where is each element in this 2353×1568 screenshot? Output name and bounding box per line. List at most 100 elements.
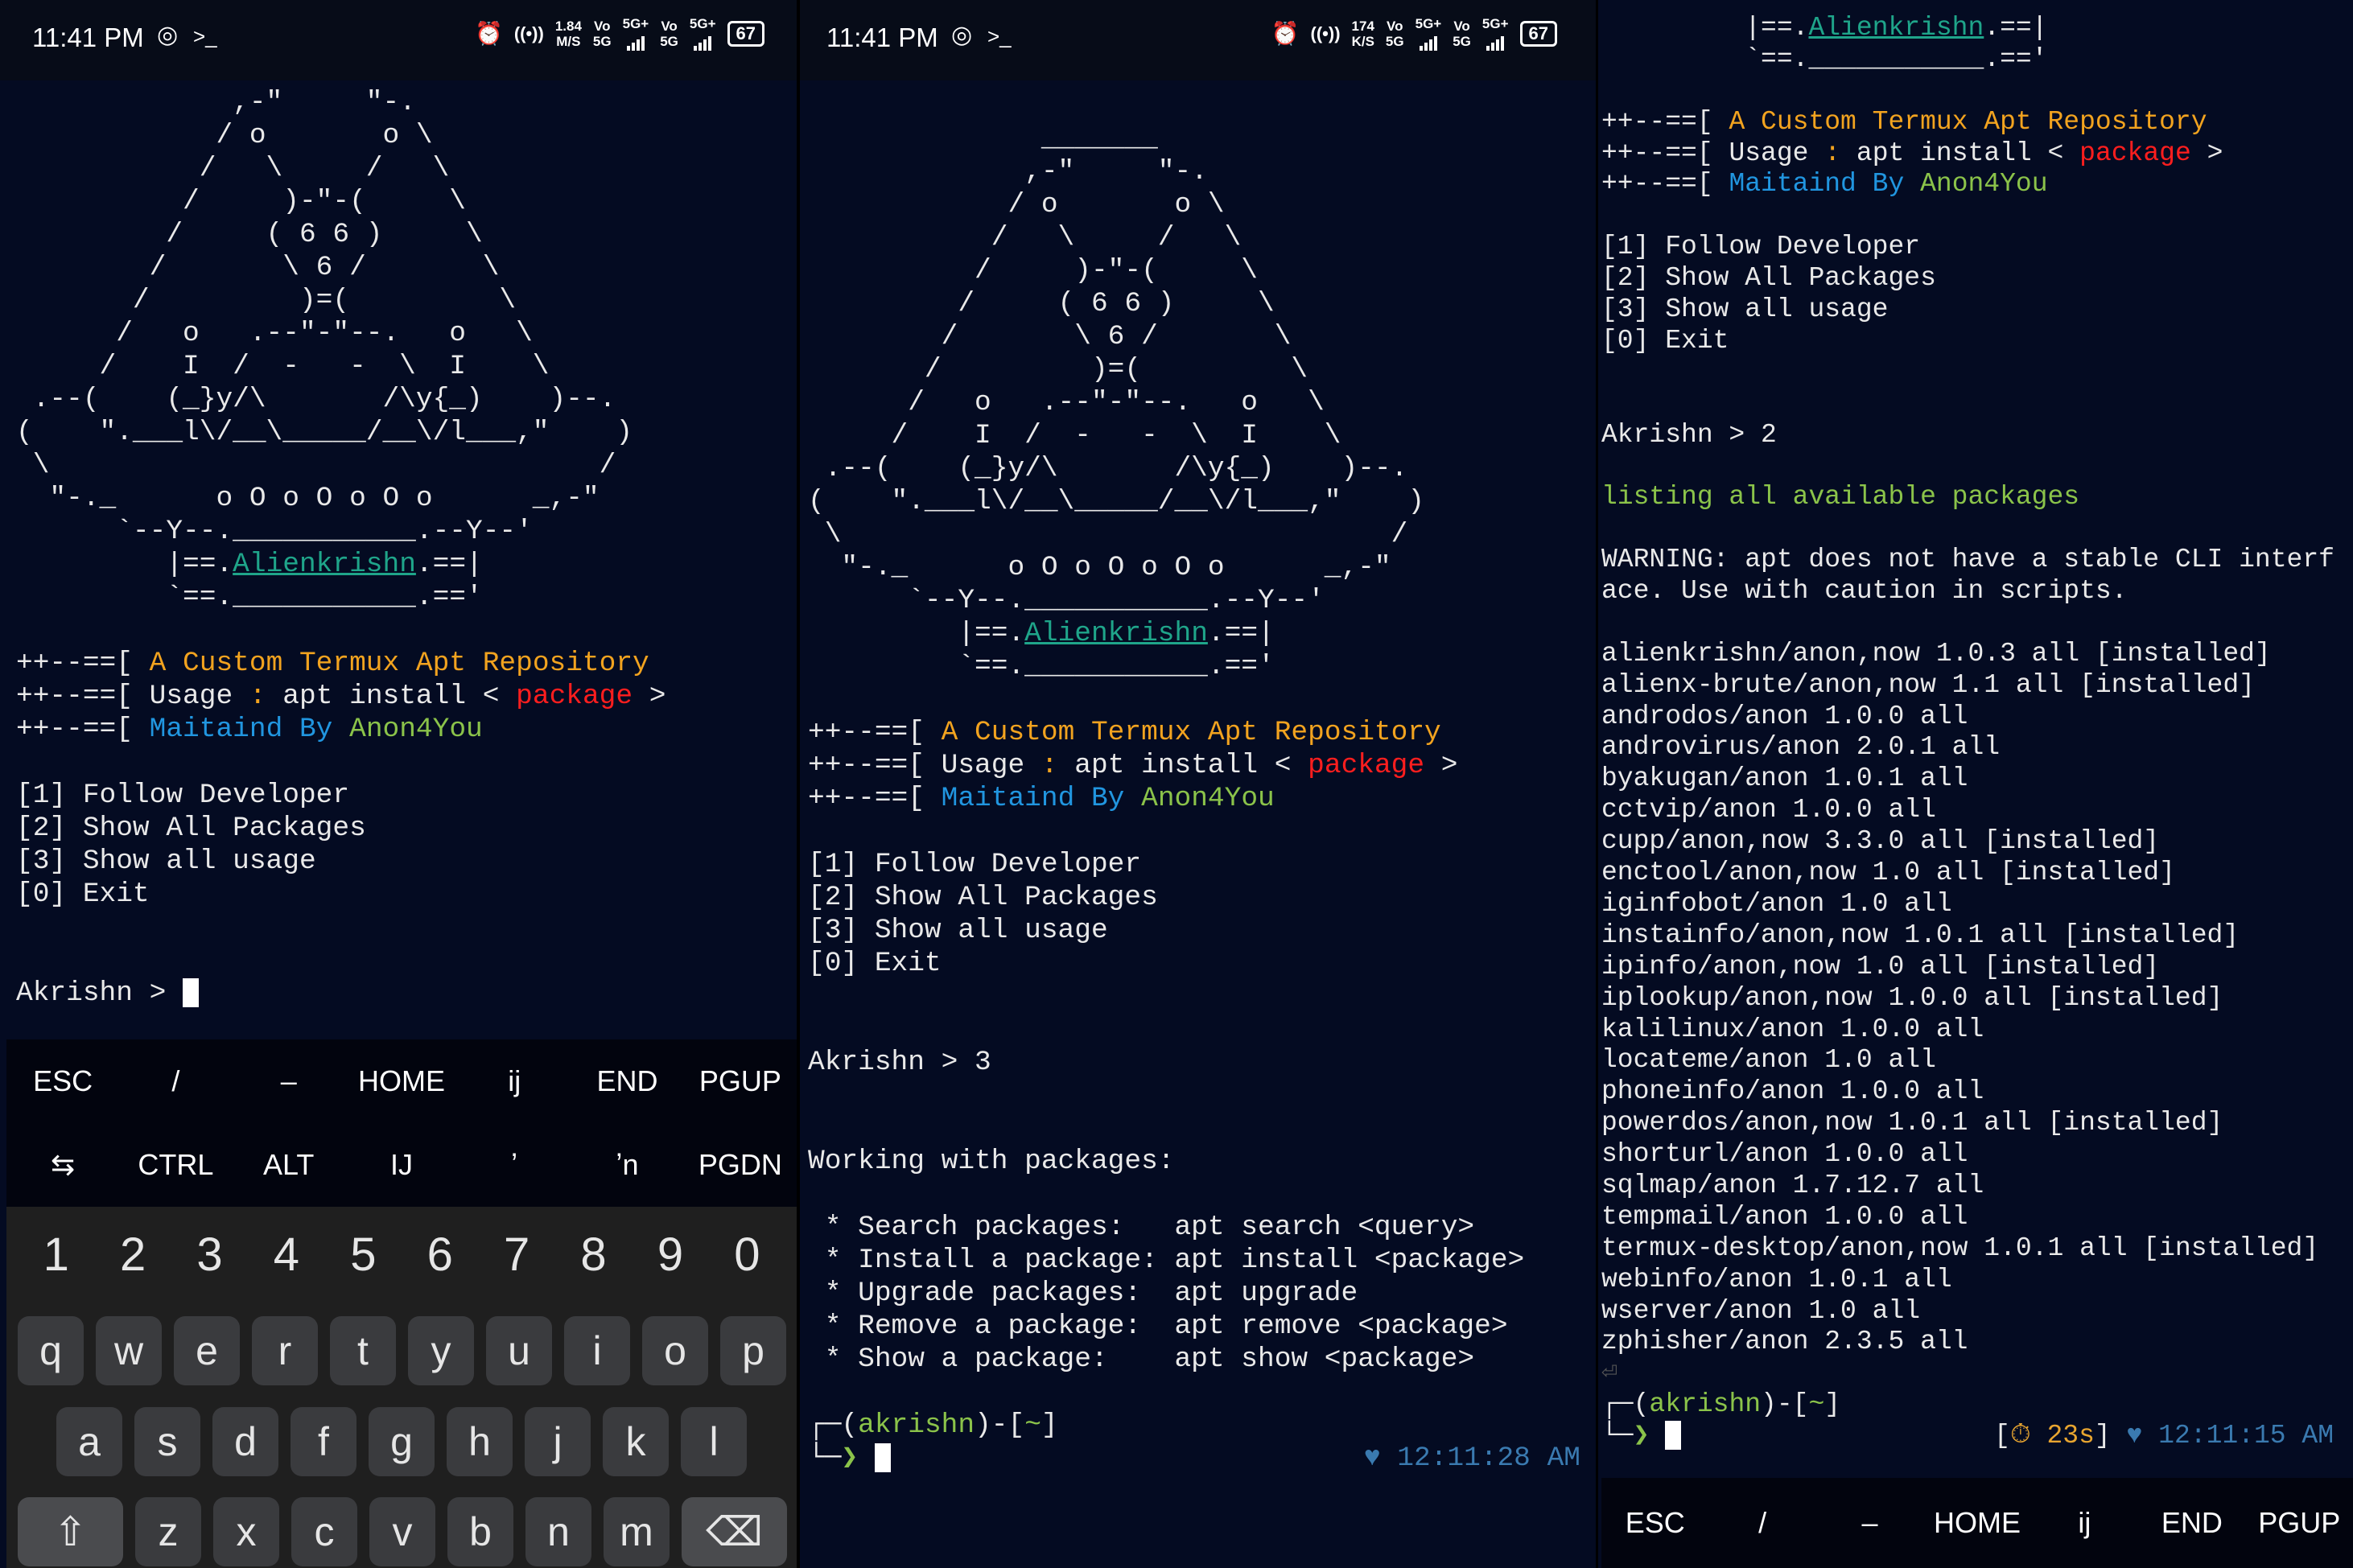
extra-key-ʼn[interactable]: ʼn [571, 1148, 683, 1182]
key-3[interactable]: 3 [171, 1228, 248, 1282]
key-p[interactable]: p [720, 1316, 786, 1385]
usage-label: Usage [1729, 138, 1809, 168]
key-0[interactable]: 0 [709, 1228, 785, 1282]
menu-item[interactable]: [3] Show all usage [16, 845, 666, 878]
key-4[interactable]: 4 [248, 1228, 324, 1282]
extra-key-home[interactable]: HOME [345, 1064, 458, 1098]
menu-item[interactable]: [0] Exit [808, 947, 1580, 980]
key-n[interactable]: n [525, 1497, 591, 1566]
ascii-art-line: / )-"-( \ [16, 186, 466, 217]
extra-key-–[interactable]: – [233, 1064, 345, 1098]
signal-1-icon: 5G+ [1415, 16, 1442, 51]
key-b[interactable]: b [447, 1497, 513, 1566]
key-j[interactable]: j [525, 1407, 591, 1476]
extra-key-ij[interactable]: IJ [345, 1148, 458, 1182]
usage-item: * Install a package: apt install <packag… [808, 1245, 1525, 1276]
logo-link[interactable]: Alienkrishn [233, 549, 416, 580]
menu-item[interactable]: [1] Follow Developer [808, 848, 1580, 881]
shift-key[interactable]: ⇧ [18, 1497, 123, 1566]
extra-key-esc[interactable]: ESC [6, 1064, 119, 1098]
terminal-output[interactable]: ,-" "-. / o o \ / \ / \ / )-"-( \ / ( 6 … [16, 86, 666, 1010]
key-d[interactable]: d [212, 1407, 278, 1476]
menu-item[interactable]: [1] Follow Developer [16, 779, 666, 812]
logo-line: |==.Alienkrishn.==| [1601, 13, 2334, 44]
key-s[interactable]: s [134, 1407, 200, 1476]
terminal-output[interactable]: _______ ,-" "-. / o o \ / \ / \ / )-"-( … [808, 122, 1580, 1475]
extra-key-esc[interactable]: ESC [1601, 1506, 1708, 1540]
terminal-output[interactable]: |==.Alienkrishn.==| `==.___________.==' … [1601, 13, 2334, 1452]
package-item: webinfo/anon 1.0.1 all [1601, 1264, 1952, 1294]
extra-key-end[interactable]: END [571, 1064, 683, 1098]
maintainer-label: Maitaind By [1729, 169, 1905, 200]
menu-item[interactable]: [0] Exit [16, 878, 666, 911]
menu-item[interactable]: [1] Follow Developer [1601, 232, 2334, 263]
key-r[interactable]: r [252, 1316, 318, 1385]
extra-key-/[interactable]: / [1708, 1506, 1815, 1540]
key-1[interactable]: 1 [18, 1228, 94, 1282]
usage-end: > [633, 681, 666, 712]
extra-key-/[interactable]: / [119, 1064, 232, 1098]
key-7[interactable]: 7 [478, 1228, 554, 1282]
extra-key-pgup[interactable]: PGUP [2246, 1506, 2353, 1540]
speed-value: 1.84 [554, 18, 582, 34]
key-9[interactable]: 9 [632, 1228, 708, 1282]
maintainer-label: Maitaind By [149, 714, 333, 745]
extra-key-⇆[interactable]: ⇆ [6, 1148, 119, 1182]
key-x[interactable]: x [213, 1497, 279, 1566]
backspace-key[interactable]: ⌫ [682, 1497, 787, 1566]
key-k[interactable]: k [603, 1407, 669, 1476]
key-e[interactable]: e [174, 1316, 240, 1385]
menu-item[interactable]: [2] Show All Packages [808, 881, 1580, 914]
extra-key-ʼ[interactable]: ʼ [458, 1148, 571, 1182]
key-2[interactable]: 2 [94, 1228, 171, 1282]
prompt-user: akrishn [858, 1410, 975, 1441]
vo-net: 5G [1453, 33, 1471, 49]
key-q[interactable]: q [18, 1316, 84, 1385]
key-z[interactable]: z [135, 1497, 201, 1566]
key-6[interactable]: 6 [402, 1228, 478, 1282]
input-line[interactable]: Akrishn > [16, 977, 666, 1010]
extra-key-ctrl[interactable]: CTRL [119, 1148, 232, 1182]
logo-link[interactable]: Alienkrishn [1808, 13, 1984, 43]
extra-key-ij[interactable]: ij [2031, 1506, 2138, 1540]
menu-item[interactable]: [3] Show all usage [1601, 294, 2334, 326]
extra-key-pgup[interactable]: PGUP [684, 1064, 797, 1098]
package-item: enctool/anon,now 1.0 all [installed] [1601, 858, 2175, 888]
ascii-art-line: "-._ o O o O o O o _,-" [808, 552, 1391, 583]
key-l[interactable]: l [681, 1407, 747, 1476]
menu-item[interactable]: [2] Show All Packages [1601, 263, 2334, 294]
extra-key-ij[interactable]: ij [458, 1064, 571, 1098]
key-u[interactable]: u [486, 1316, 552, 1385]
package-item: sqlmap/anon 1.7.12.7 all [1601, 1170, 1984, 1200]
key-5[interactable]: 5 [325, 1228, 402, 1282]
key-a[interactable]: a [56, 1407, 122, 1476]
logo-link[interactable]: Alienkrishn [1024, 618, 1208, 649]
menu-item[interactable]: [0] Exit [1601, 326, 2334, 357]
logo-bottom: `==.___________.==' [1601, 43, 2048, 74]
key-h[interactable]: h [447, 1407, 513, 1476]
menu-item[interactable]: [2] Show All Packages [16, 812, 666, 845]
input-line[interactable]: └─❯ [⏱ 23s] ♥ 12:11:15 AM [1601, 1421, 2334, 1452]
key-y[interactable]: y [408, 1316, 474, 1385]
extra-key-pgdn[interactable]: PGDN [684, 1148, 797, 1182]
key-t[interactable]: t [330, 1316, 396, 1385]
menu-item[interactable]: [3] Show all usage [808, 914, 1580, 947]
key-c[interactable]: c [291, 1497, 357, 1566]
key-o[interactable]: o [642, 1316, 708, 1385]
key-w[interactable]: w [96, 1316, 162, 1385]
key-i[interactable]: i [564, 1316, 630, 1385]
input-line[interactable]: └─❯ ♥ 12:11:28 AM [808, 1442, 1580, 1475]
extra-key-home[interactable]: HOME [1923, 1506, 2030, 1540]
key-v[interactable]: v [369, 1497, 435, 1566]
extra-key-end[interactable]: END [2138, 1506, 2245, 1540]
key-f[interactable]: f [291, 1407, 356, 1476]
extra-key-alt[interactable]: ALT [233, 1148, 345, 1182]
cursor [874, 1442, 891, 1472]
key-8[interactable]: 8 [555, 1228, 632, 1282]
key-m[interactable]: m [604, 1497, 670, 1566]
key-g[interactable]: g [369, 1407, 435, 1476]
extra-key-–[interactable]: – [1816, 1506, 1923, 1540]
net-type: 5G+ [1415, 16, 1442, 31]
signal-2-icon: 5G+ [690, 16, 716, 51]
package-item: tempmail/anon 1.0.0 all [1601, 1201, 1968, 1232]
